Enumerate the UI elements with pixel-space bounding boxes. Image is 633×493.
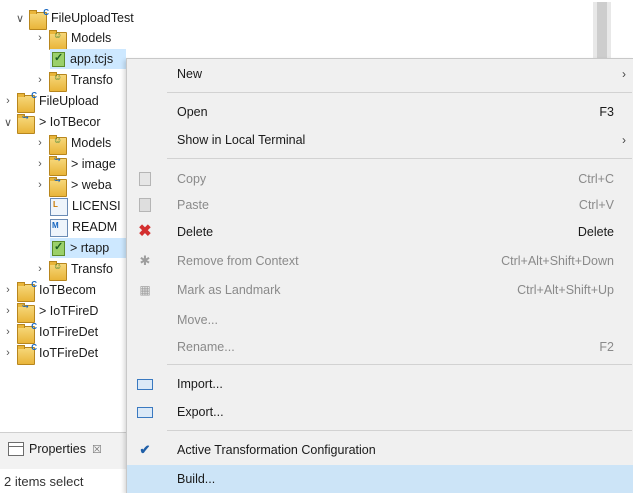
project-folder-icon (17, 343, 37, 365)
menu-separator (167, 158, 632, 159)
chevron-right-icon[interactable]: › (2, 284, 14, 296)
remove-from-context-icon: ✱ (139, 253, 151, 268)
menu-item-move[interactable]: Move... (127, 308, 633, 332)
menu-item-build[interactable]: Build... (127, 465, 633, 493)
chevron-right-icon[interactable]: › (2, 326, 14, 338)
import-icon (137, 376, 153, 392)
close-tab-icon[interactable]: ☒ (92, 443, 102, 456)
tree-item-webapp[interactable]: › > weba (34, 175, 112, 197)
menu-item-import[interactable]: Import... (127, 372, 633, 396)
tree-item-fileupload[interactable]: › FileUpload (2, 91, 99, 113)
tree-item-models-2[interactable]: › Models (34, 133, 111, 155)
chevron-right-icon[interactable]: › (34, 137, 46, 149)
tab-properties[interactable]: Properties ☒ (8, 442, 102, 456)
external-folder-icon (49, 176, 67, 197)
tcjs-file-icon (50, 240, 66, 256)
menu-item-remove-from-context[interactable]: ✱ Remove from Context Ctrl+Alt+Shift+Dow… (127, 249, 633, 273)
tree-item-fileuploadtest[interactable]: ∨ FileUploadTest (14, 8, 134, 30)
tree-item-iotbecomes[interactable]: ∨ > IoTBecor (2, 112, 101, 134)
properties-icon (8, 442, 24, 456)
landmark-icon: ▦ (139, 283, 151, 297)
project-folder-icon (17, 280, 37, 302)
menu-item-copy[interactable]: Copy Ctrl+C (127, 167, 633, 191)
tree-item-readme[interactable]: READM (50, 217, 117, 237)
chevron-right-icon[interactable]: › (34, 74, 46, 86)
paste-icon (137, 197, 153, 213)
menu-item-open[interactable]: Open F3 (127, 100, 633, 124)
chevron-right-icon[interactable]: › (2, 305, 14, 317)
chevron-right-icon[interactable]: › (34, 158, 46, 170)
chevron-right-icon[interactable]: › (34, 263, 46, 275)
tree-item-iotfired[interactable]: › > IoTFireD (2, 301, 98, 323)
status-text: 2 items select (4, 474, 84, 489)
export-icon (137, 404, 153, 420)
copy-icon (137, 171, 153, 187)
tree-item-transformations[interactable]: › Transfo (34, 70, 113, 92)
license-file-icon (50, 198, 68, 216)
menu-item-paste[interactable]: Paste Ctrl+V (127, 193, 633, 217)
menu-item-active-transformation-configuration[interactable]: ✔ Active Transformation Configuration (127, 438, 633, 462)
tree-item-iotbecome[interactable]: › IoTBecom (2, 280, 96, 302)
tree-item-transformations-2[interactable]: › Transfo (34, 259, 113, 281)
menu-separator (167, 430, 632, 431)
external-folder-icon (49, 155, 67, 176)
external-project-icon (17, 113, 35, 134)
readme-file-icon (50, 219, 68, 237)
chevron-right-icon[interactable]: › (34, 179, 46, 191)
project-folder-icon (17, 322, 37, 344)
chevron-right-icon[interactable]: › (34, 32, 46, 44)
models-folder-icon (49, 30, 67, 50)
menu-item-export[interactable]: Export... (127, 400, 633, 424)
menu-item-rename[interactable]: Rename... F2 (127, 335, 633, 359)
chevron-down-icon[interactable]: ∨ (14, 12, 26, 25)
tcjs-file-icon (50, 51, 66, 67)
tree-item-app-tcjs[interactable]: app.tcjs (50, 49, 126, 69)
properties-view: Properties ☒ (0, 432, 140, 469)
menu-item-delete[interactable]: ✖ Delete Delete (127, 220, 633, 244)
submenu-arrow-icon: › (622, 67, 626, 81)
menu-item-show-in-local-terminal[interactable]: Show in Local Terminal › (127, 128, 633, 152)
transformations-folder-icon (49, 72, 67, 92)
external-project-icon (17, 302, 35, 323)
transformations-folder-icon (49, 261, 67, 281)
models-folder-icon (49, 135, 67, 155)
tree-item-iotfiredet-2[interactable]: › IoTFireDet (2, 343, 98, 365)
chevron-down-icon[interactable]: ∨ (2, 116, 14, 129)
chevron-right-icon[interactable]: › (2, 347, 14, 359)
submenu-arrow-icon: › (622, 133, 626, 147)
menu-item-new[interactable]: New › (127, 62, 633, 86)
tree-item-models[interactable]: › Models (34, 28, 111, 50)
project-folder-icon (17, 91, 37, 113)
delete-icon: ✖ (138, 223, 152, 240)
context-menu: New › Open F3 Show in Local Terminal › C… (126, 58, 633, 493)
tree-item-images[interactable]: › > image (34, 154, 116, 176)
checkmark-icon: ✔ (139, 442, 151, 457)
menu-separator (167, 364, 632, 365)
menu-item-mark-as-landmark[interactable]: ▦ Mark as Landmark Ctrl+Alt+Shift+Up (127, 278, 633, 302)
chevron-right-icon[interactable]: › (2, 95, 14, 107)
tree-item-rtapp[interactable]: > rtapp (50, 238, 126, 258)
tree-item-license[interactable]: LICENSI (50, 196, 121, 216)
tree-item-iotfiredet[interactable]: › IoTFireDet (2, 322, 98, 344)
menu-separator (167, 92, 632, 93)
